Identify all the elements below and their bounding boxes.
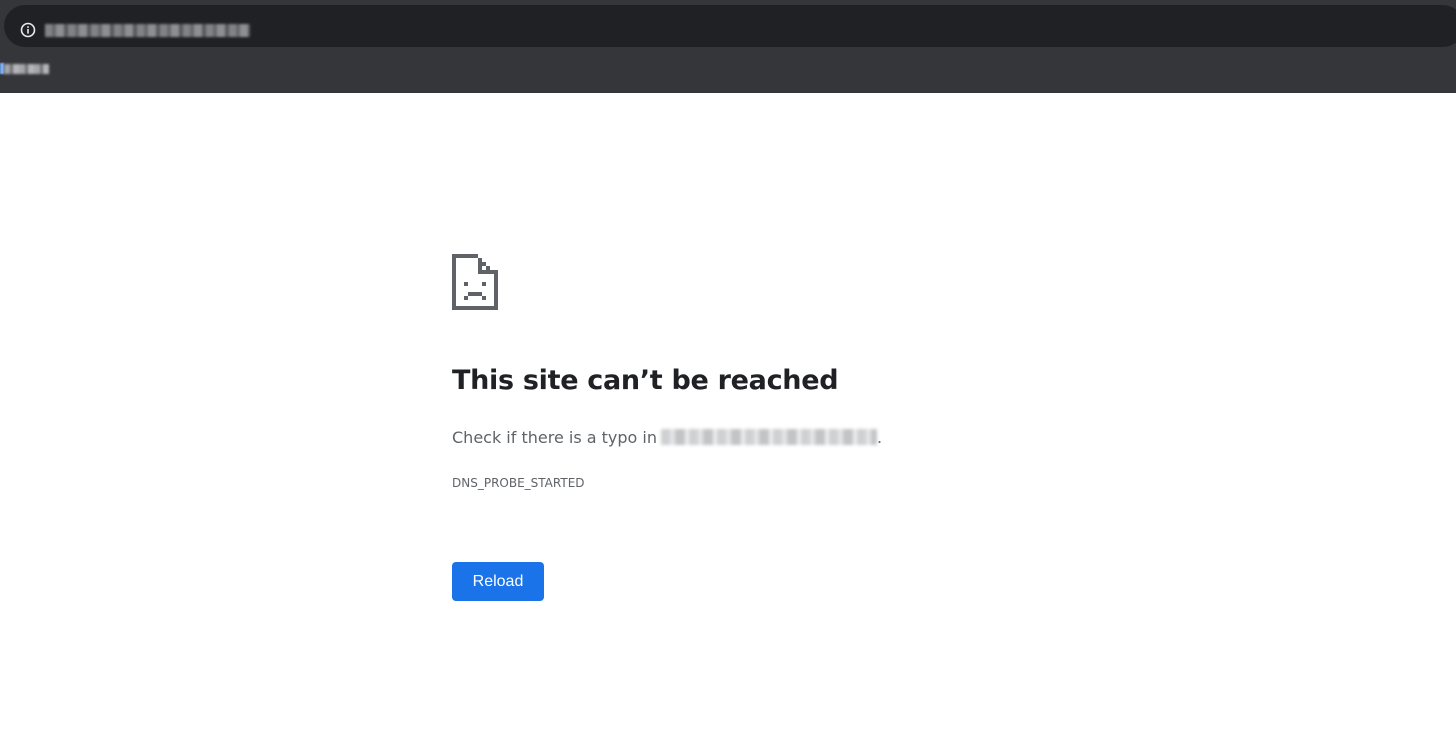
hostname-redacted	[661, 429, 877, 445]
browser-chrome	[0, 0, 1456, 93]
info-circle-icon[interactable]	[20, 22, 36, 38]
bookmark-label-redacted	[4, 64, 49, 74]
sad-document-icon	[452, 254, 498, 310]
error-message-suffix: .	[877, 428, 883, 447]
address-url-redacted	[45, 24, 250, 37]
error-message-text: Check if there is a typo in	[452, 428, 657, 447]
address-bar[interactable]	[4, 5, 1456, 47]
error-code: DNS_PROBE_STARTED	[452, 476, 585, 490]
bookmark-bar	[0, 50, 1456, 93]
error-message: Check if there is a typo in.	[452, 428, 882, 447]
bookmark-item[interactable]	[0, 62, 50, 75]
browser-toolbar	[0, 0, 1456, 50]
error-title: This site can’t be reached	[452, 365, 839, 396]
reload-button[interactable]: Reload	[452, 562, 544, 601]
